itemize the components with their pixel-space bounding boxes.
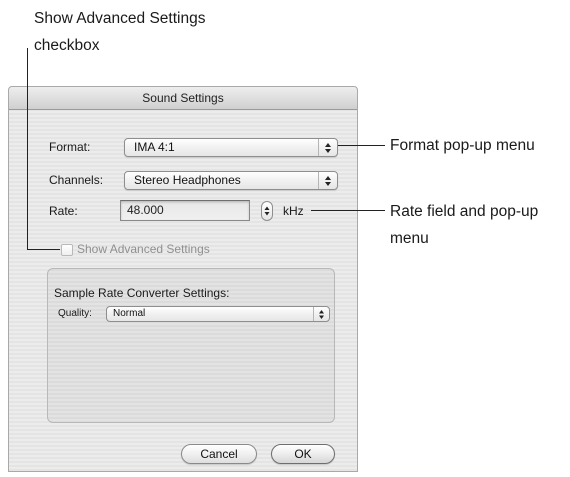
window-title: Sound Settings xyxy=(9,87,357,110)
leader-line-format xyxy=(338,145,385,146)
rate-field[interactable]: 48.000 xyxy=(120,200,250,221)
quality-popup[interactable]: Normal xyxy=(106,306,330,322)
callout-rate-field-line2: menu xyxy=(390,230,429,247)
callout-format-popup: Format pop-up menu xyxy=(390,137,535,154)
callout-show-advanced-line2: checkbox xyxy=(34,37,100,54)
quality-label: Quality: xyxy=(58,308,92,319)
stepper-arrows-icon xyxy=(264,206,270,216)
cancel-button[interactable]: Cancel xyxy=(181,444,257,464)
quality-popup-value: Normal xyxy=(113,308,146,319)
rate-unit-label: kHz xyxy=(283,204,304,218)
channels-label: Channels: xyxy=(49,173,104,187)
rate-stepper[interactable] xyxy=(261,201,273,221)
up-down-arrows-icon xyxy=(318,172,337,189)
leader-line-rate xyxy=(311,210,385,211)
src-group-title: Sample Rate Converter Settings: xyxy=(54,286,230,300)
format-popup[interactable]: IMA 4:1 xyxy=(124,138,338,157)
sample-rate-converter-group: Sample Rate Converter Settings: Quality:… xyxy=(47,268,335,423)
leader-line-show-advanced-vertical xyxy=(27,48,28,250)
leader-line-show-advanced-horizontal xyxy=(27,249,60,250)
ok-button[interactable]: OK xyxy=(271,444,335,464)
callout-show-advanced-line1: Show Advanced Settings xyxy=(34,10,206,27)
sound-settings-window: Sound Settings Format: IMA 4:1 Channels:… xyxy=(8,86,358,472)
format-popup-value: IMA 4:1 xyxy=(134,140,175,154)
channels-popup[interactable]: Stereo Headphones xyxy=(124,171,338,190)
show-advanced-label: Show Advanced Settings xyxy=(77,242,210,256)
format-label: Format: xyxy=(49,140,91,154)
callout-rate-field-line1: Rate field and pop-up xyxy=(390,203,539,220)
show-advanced-checkbox[interactable] xyxy=(61,244,73,256)
rate-label: Rate: xyxy=(49,204,78,218)
up-down-arrows-icon xyxy=(318,139,337,156)
channels-popup-value: Stereo Headphones xyxy=(134,173,241,187)
up-down-arrows-icon xyxy=(313,307,329,321)
